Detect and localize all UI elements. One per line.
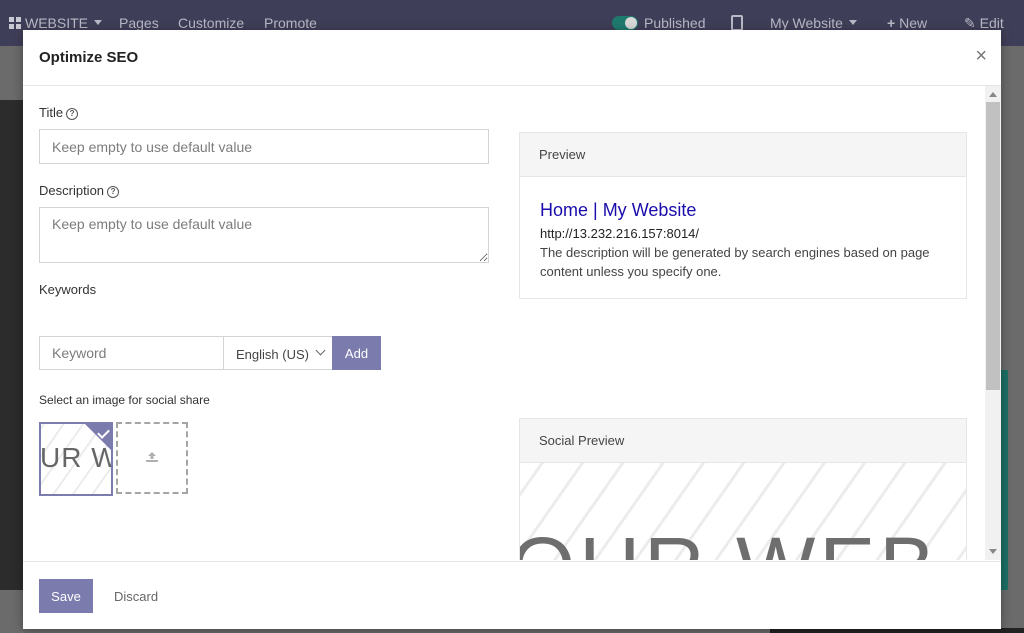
social-image-option-selected[interactable]: UR W bbox=[39, 422, 113, 496]
preview-page-description: The description will be generated by sea… bbox=[540, 245, 930, 279]
dialog-scrollbar[interactable] bbox=[985, 86, 1001, 560]
dialog-body: Title? Description? Keywords English (US… bbox=[23, 86, 985, 560]
chevron-down-icon bbox=[315, 345, 326, 356]
website-menu-label: WEBSITE bbox=[25, 15, 89, 31]
scroll-up-arrow-icon[interactable] bbox=[989, 92, 997, 97]
published-label: Published bbox=[644, 15, 706, 31]
keywords-label: Keywords bbox=[39, 282, 97, 297]
close-button[interactable]: × bbox=[975, 44, 987, 68]
preview-page-url: http://13.232.216.157:8014/ bbox=[540, 226, 700, 241]
dialog-title: Optimize SEO bbox=[39, 49, 139, 66]
caret-down-icon bbox=[94, 20, 103, 25]
preview-page-title: Home | My Website bbox=[540, 200, 697, 220]
pencil-icon: ✎ bbox=[964, 15, 976, 31]
social-preview-panel: Social Preview OUR WEB bbox=[519, 418, 967, 560]
upload-icon bbox=[146, 452, 158, 462]
seo-title-input[interactable] bbox=[39, 129, 489, 164]
caret-down-icon bbox=[848, 20, 857, 25]
help-icon[interactable]: ? bbox=[107, 186, 120, 198]
description-label-text: Description bbox=[39, 183, 105, 198]
website-switcher-label: My Website bbox=[770, 15, 843, 31]
scrollbar-thumb[interactable] bbox=[986, 102, 1000, 390]
scroll-down-arrow-icon[interactable] bbox=[989, 549, 997, 554]
help-icon[interactable]: ? bbox=[66, 108, 79, 120]
dialog-header: Optimize SEO × bbox=[23, 30, 1001, 86]
social-image-label: Select an image for social share bbox=[39, 393, 210, 407]
search-preview-panel: Preview Home | My Website http://13.232.… bbox=[519, 132, 967, 299]
discard-button[interactable]: Discard bbox=[114, 589, 158, 604]
background-page-accent bbox=[1000, 370, 1008, 590]
customize-menu[interactable]: Customize bbox=[178, 15, 244, 31]
new-button[interactable]: + New bbox=[887, 15, 927, 31]
apps-grid-icon bbox=[9, 17, 21, 29]
social-preview-image-text: OUR WEB bbox=[520, 525, 939, 560]
seo-description-textarea[interactable] bbox=[39, 207, 489, 263]
language-select[interactable]: English (US) bbox=[223, 336, 333, 370]
upload-image-button[interactable] bbox=[116, 422, 188, 494]
social-preview-heading: Social Preview bbox=[520, 419, 966, 463]
website-switcher[interactable]: My Website bbox=[770, 15, 857, 31]
edit-label: Edit bbox=[979, 15, 1004, 31]
save-button[interactable]: Save bbox=[39, 579, 93, 613]
promote-menu[interactable]: Promote bbox=[264, 15, 317, 31]
language-select-value: English (US) bbox=[236, 347, 309, 362]
plus-icon: + bbox=[887, 15, 896, 31]
keyword-input[interactable] bbox=[39, 336, 224, 370]
add-keyword-button[interactable]: Add bbox=[332, 336, 381, 370]
social-preview-image: OUR WEB bbox=[520, 463, 966, 560]
mobile-icon bbox=[731, 15, 743, 31]
published-toggle[interactable]: Published bbox=[612, 15, 706, 31]
optimize-seo-dialog: Optimize SEO × Title? Description? Keywo… bbox=[23, 30, 1001, 629]
search-preview-heading: Preview bbox=[520, 133, 966, 177]
toggle-switch-icon bbox=[612, 16, 638, 30]
title-label: Title? bbox=[39, 105, 79, 120]
background-page-image bbox=[0, 100, 23, 590]
description-label: Description? bbox=[39, 183, 120, 198]
website-menu[interactable]: WEBSITE bbox=[9, 15, 103, 31]
title-label-text: Title bbox=[39, 105, 64, 120]
new-label: New bbox=[899, 15, 928, 31]
pages-menu[interactable]: Pages bbox=[119, 15, 159, 31]
dialog-footer: Save Discard bbox=[23, 561, 1001, 629]
